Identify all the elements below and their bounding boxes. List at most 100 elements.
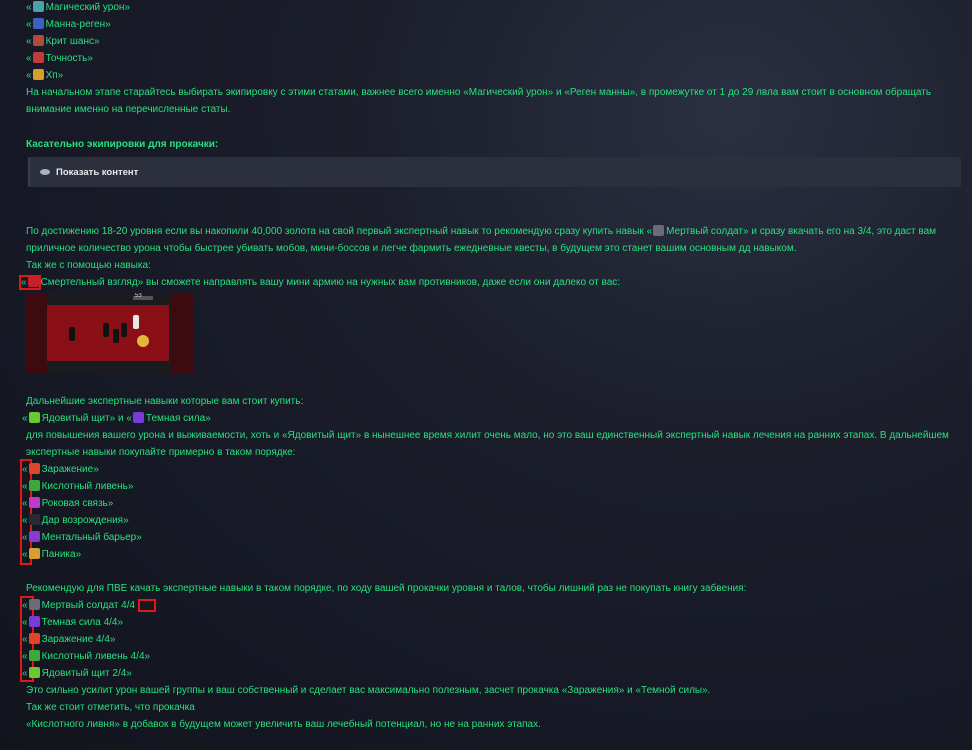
list-item: « Манна-реген» (26, 16, 961, 33)
hp-icon (32, 69, 44, 80)
poison-shield-icon (28, 412, 40, 423)
dead-soldier-icon (28, 599, 40, 610)
intro-paragraph: На начальном этапе старайтесь выбирать э… (26, 87, 932, 115)
dead-soldier-link[interactable]: Мертвый солдат (666, 226, 743, 237)
shield-power-line: «Ядовитый щит» и «Темная сила» (22, 410, 961, 427)
open-quote: « (126, 413, 132, 424)
stats-list: «Магический урон» «Манна-реген» «Крит шанс… (26, 0, 961, 84)
close-quote: » (124, 2, 130, 13)
pve-order-list: « Мертвый солдат 4/4 « Темная сила 4/4» « Зар… (20, 596, 961, 682)
acid-rain-icon (28, 650, 40, 661)
open-quote: « (22, 634, 28, 645)
close-quote: » (205, 413, 211, 424)
screenshot-minion (69, 327, 75, 341)
list-item: « Темная сила 4/4» (22, 614, 961, 631)
list-item: « Магический урон» (26, 0, 961, 16)
open-quote: « (26, 53, 32, 64)
spoiler-label: Показать контент (56, 166, 139, 178)
article-body: «Магический урон» «Манна-реген» «Крит шанс… (19, 0, 961, 733)
pve-skill-link[interactable]: Темная сила 4/4» (42, 617, 123, 628)
dark-power-icon (28, 616, 40, 627)
final-line-3: «Кислотного ливня» в добавок в будущем м… (26, 719, 541, 730)
skill-link[interactable]: Заражение» (42, 464, 99, 475)
dark-power-link[interactable]: Темная сила (146, 413, 205, 424)
open-quote: « (22, 600, 28, 611)
screenshot-wall-left (25, 293, 47, 373)
game-screenshot: 53 (25, 293, 193, 373)
dark-power-icon (132, 412, 144, 423)
dead-soldier-icon (653, 225, 665, 236)
screenshot-player (133, 315, 139, 329)
open-quote: « (22, 549, 28, 560)
open-quote: « (22, 515, 28, 526)
pve-skill-link[interactable]: Кислотный ливень 4/4» (42, 651, 151, 662)
and-word: и (115, 413, 127, 424)
skill-link[interactable]: Паника» (42, 549, 82, 560)
infection-icon (28, 633, 40, 644)
screenshot-target-marker (137, 335, 149, 347)
list-item: « Заражение» (22, 461, 961, 478)
eye-icon (40, 169, 50, 175)
close-quote: » (105, 19, 111, 30)
open-quote: « (26, 2, 32, 13)
screenshot-minion (121, 323, 127, 337)
list-item: « Мертвый солдат 4/4 (22, 597, 961, 614)
open-quote: « (26, 70, 32, 81)
stat-link[interactable]: Крит шанс (46, 36, 94, 47)
screenshot-minion (113, 329, 119, 343)
crit-chance-icon (32, 35, 44, 46)
list-item: « Крит шанс» (26, 33, 961, 50)
skill-link[interactable]: Роковая связь» (42, 498, 114, 509)
list-item: « Дар возрождения» (22, 512, 961, 529)
pve-skill-link[interactable]: Мертвый солдат 4/4 (42, 600, 136, 611)
equipment-heading: Касательно экипировки для прокачки: (26, 139, 219, 150)
open-quote: « (26, 36, 32, 47)
poison-shield-link[interactable]: Ядовитый щит (42, 413, 110, 424)
close-quote: » (94, 36, 100, 47)
pve-skill-link[interactable]: Заражение 4/4» (42, 634, 116, 645)
list-item: « Кислотный ливень» (22, 478, 961, 495)
open-quote: « (22, 413, 28, 424)
stat-link[interactable]: Хп (46, 70, 58, 81)
skill-link[interactable]: Дар возрождения» (42, 515, 129, 526)
skill-paragraph-text: По достижению 18-20 уровня если вы накоп… (26, 226, 653, 237)
list-item: « Ментальный барьер» (22, 529, 961, 546)
list-item: « Заражение 4/4» (22, 631, 961, 648)
open-quote: « (22, 668, 28, 679)
skill-link[interactable]: Кислотный ливень» (42, 481, 134, 492)
list-item: « Ядовитый щит 2/4» (22, 665, 961, 682)
death-gaze-text: Смертельный взгляд» вы сможете направлят… (40, 277, 621, 288)
panic-icon (28, 548, 40, 559)
accuracy-icon (32, 52, 44, 63)
list-item: « Роковая связь» (22, 495, 961, 512)
poison-shield-icon (28, 667, 40, 678)
open-quote: « (26, 19, 32, 30)
mana-regen-icon (32, 18, 44, 29)
pve-skill-link[interactable]: Ядовитый щит 2/4» (42, 668, 132, 679)
acid-rain-icon (28, 480, 40, 491)
open-quote: « (22, 532, 28, 543)
close-quote: » (57, 70, 64, 81)
list-item: « Хп» (26, 67, 961, 84)
spoiler-button[interactable]: Показать контент (28, 157, 961, 187)
pve-order-line: Рекомендую для ПВЕ качать экспертные нав… (26, 583, 747, 594)
final-line-2: Так же стоит отметить, что прокачка (26, 702, 195, 713)
stat-link[interactable]: Магический урон (46, 2, 125, 13)
skill-order-list: « Заражение» « Кислотный ливень» « Роковая св… (20, 459, 961, 565)
list-item: « Паника» (22, 546, 961, 563)
screenshot-minion (103, 323, 109, 337)
order-paragraph: для повышения вашего урона и выживаемост… (26, 430, 949, 458)
magic-damage-icon (32, 1, 44, 12)
close-quote: » (87, 53, 93, 64)
skill-paragraph: По достижению 18-20 уровня если вы накоп… (26, 223, 961, 257)
final-line-1: Это сильно усилит урон вашей группы и ва… (26, 685, 711, 696)
stat-link[interactable]: Манна-реген (46, 19, 106, 30)
open-quote: « (22, 481, 28, 492)
mental-barrier-icon (28, 531, 40, 542)
stat-link[interactable]: Точность (46, 53, 88, 64)
rebirth-gift-icon (28, 514, 40, 525)
fatal-link-icon (28, 497, 40, 508)
open-quote: « (21, 277, 27, 288)
list-item: « Точность» (26, 50, 961, 67)
skill-link[interactable]: Ментальный барьер» (42, 532, 142, 543)
